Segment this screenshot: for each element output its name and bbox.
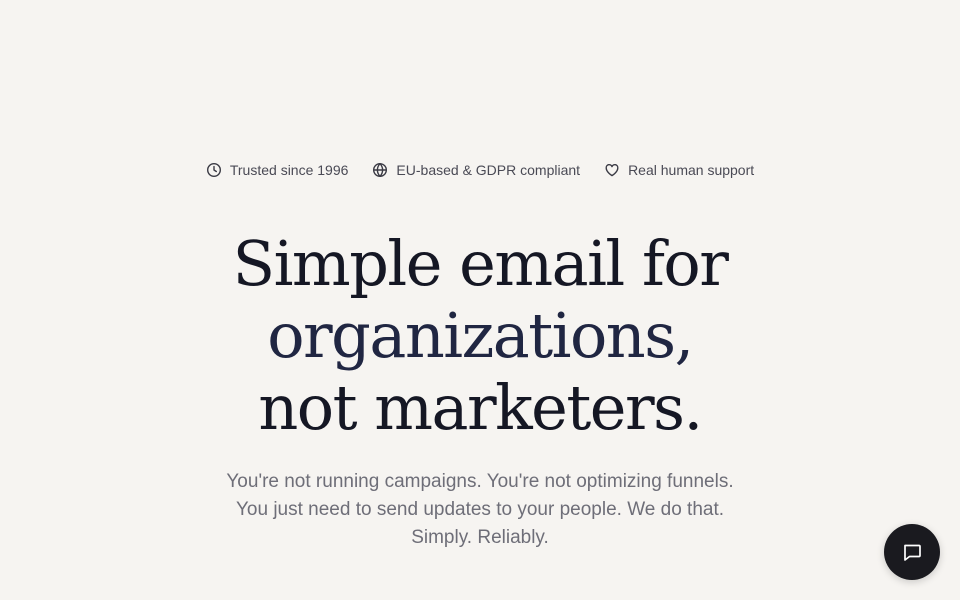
heart-icon: [604, 162, 620, 178]
subcopy-line-1: You're not running campaigns. You're not…: [226, 471, 734, 492]
trust-badge-gdpr: EU-based & GDPR compliant: [372, 160, 580, 180]
trust-badge-label: Trusted since 1996: [229, 162, 349, 178]
subcopy-line-2: You just need to send updates to your pe…: [235, 499, 725, 520]
hero-subcopy: You're not running campaigns. You're not…: [0, 468, 960, 552]
headline-line-2: organizations,: [267, 299, 694, 372]
trust-badge-support: Real human support: [604, 160, 754, 180]
trust-badges: Trusted since 1996 EU-based & GDPR compl…: [0, 160, 960, 180]
trust-badge-label: Real human support: [628, 162, 755, 178]
subcopy-line-3: Simply. Reliably.: [411, 527, 549, 548]
globe-icon: [372, 162, 388, 178]
hero-headline: Simple email for organizations, not mark…: [0, 228, 960, 444]
chat-launcher-button[interactable]: [884, 524, 940, 580]
headline-line-3: not marketers.: [258, 371, 703, 444]
clock-icon: [206, 162, 222, 178]
hero-section: Trusted since 1996 EU-based & GDPR compl…: [0, 0, 960, 600]
trust-badge-label: EU-based & GDPR compliant: [396, 162, 581, 178]
chat-bubble-icon: [901, 541, 923, 563]
headline-line-1: Simple email for: [232, 227, 729, 300]
trust-badge-since: Trusted since 1996: [206, 160, 349, 180]
